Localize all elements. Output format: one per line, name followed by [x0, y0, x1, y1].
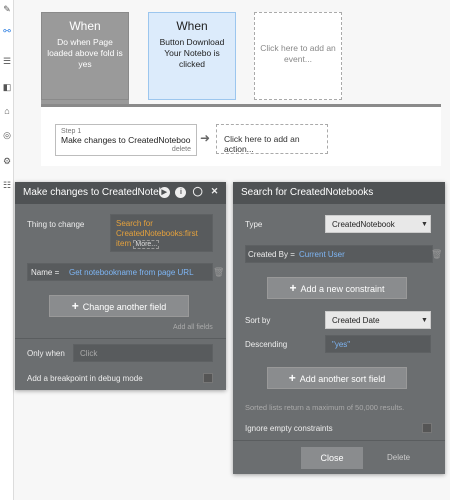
constraint-label: Created By =: [248, 250, 295, 259]
type-select[interactable]: CreatedNotebook: [325, 215, 431, 233]
name-field-label: Name =: [31, 268, 60, 277]
breakpoint-checkbox[interactable]: [203, 373, 213, 383]
chevron-down-icon: ▼: [421, 221, 428, 228]
ignore-empty-checkbox[interactable]: [422, 423, 432, 433]
descending-label: Descending: [245, 340, 288, 349]
pencil-icon[interactable]: ✎: [2, 4, 12, 14]
search-panel: Search for CreatedNotebooks Type Created…: [233, 182, 445, 474]
panel-header: Make changes to CreatedNotebo ▶ i ◯ ✕: [15, 182, 226, 204]
trash-icon[interactable]: 🗑: [213, 267, 224, 278]
make-changes-panel: Make changes to CreatedNotebo ▶ i ◯ ✕ Th…: [15, 182, 226, 390]
chevron-down-icon: ▼: [421, 317, 428, 324]
delete-button[interactable]: Delete: [387, 453, 410, 462]
workflow-icon[interactable]: ⚯: [2, 26, 12, 36]
arrow-right-icon: ➜: [200, 131, 211, 145]
add-event-label: Click here to add an event...: [260, 43, 336, 64]
add-action-button[interactable]: Click here to add an action...: [216, 124, 328, 154]
event-description: Button Download Your Notebo is clicked: [159, 37, 225, 69]
event-description: Do when Page loaded above fold is yes: [47, 37, 123, 69]
add-constraint-label: Add a new constraint: [300, 284, 385, 294]
panel-title: Search for CreatedNotebooks: [241, 187, 374, 198]
thing-to-change-field[interactable]: Search for CreatedNotebooks:first item M…: [110, 214, 213, 252]
only-when-label: Only when: [27, 349, 65, 358]
plus-icon: +: [289, 281, 297, 295]
step-1-action[interactable]: Step 1 Make changes to CreatedNotebook..…: [55, 124, 197, 156]
add-event-button[interactable]: Click here to add an event...: [254, 12, 342, 100]
sort-by-value: Created Date: [332, 316, 380, 325]
step-label: Step 1: [61, 128, 82, 135]
thing-to-change-label: Thing to change: [27, 220, 85, 229]
type-label: Type: [245, 220, 263, 229]
event-title: When: [69, 19, 101, 33]
plugins-icon[interactable]: ⌂: [2, 106, 12, 116]
play-icon[interactable]: ▶: [158, 187, 170, 198]
event-card-button-clicked[interactable]: When Button Download Your Notebo is clic…: [148, 12, 236, 100]
add-sort-field-label: Add another sort field: [299, 374, 386, 384]
name-field-value: Get notebookname from page URL: [69, 268, 194, 277]
ignore-empty-label: Ignore empty constraints: [245, 424, 333, 433]
info-icon[interactable]: i: [175, 187, 187, 198]
data-icon[interactable]: ☰: [2, 56, 12, 66]
sort-limit-note: Sorted lists return a maximum of 50,000 …: [245, 403, 405, 412]
only-when-field[interactable]: Click: [73, 344, 213, 362]
only-when-placeholder: Click: [80, 349, 98, 358]
add-all-fields-link[interactable]: Add all fields: [173, 324, 213, 331]
event-card-page-loaded[interactable]: When Do when Page loaded above fold is y…: [41, 12, 129, 100]
left-toolbar: ✎ ⚯ ☰ ◧ ⌂ ◎ ⚙ ☷: [0, 0, 14, 500]
add-constraint-button[interactable]: + Add a new constraint: [267, 277, 407, 299]
descending-field[interactable]: "yes": [325, 335, 431, 353]
panel-footer: Close Delete: [233, 440, 445, 474]
step-delete-link[interactable]: delete: [172, 146, 191, 153]
styles-icon[interactable]: ◧: [2, 82, 12, 92]
logs-icon[interactable]: ⚙: [2, 156, 12, 166]
settings-icon[interactable]: ◎: [2, 130, 12, 140]
sort-by-label: Sort by: [245, 316, 271, 325]
type-value: CreatedNotebook: [332, 220, 395, 229]
change-another-field-button[interactable]: + Change another field: [49, 295, 189, 317]
step-text: Make changes to CreatedNotebook...: [61, 135, 191, 145]
event-title: When: [176, 19, 208, 33]
more-link[interactable]: More...: [133, 240, 160, 249]
panel-title: Make changes to CreatedNotebo: [23, 187, 170, 198]
trash-icon[interactable]: 🗑: [431, 249, 442, 260]
close-icon[interactable]: ✕: [209, 186, 220, 197]
descending-value: "yes": [332, 340, 351, 349]
change-another-field-label: Change another field: [82, 302, 167, 312]
close-button[interactable]: Close: [301, 447, 363, 469]
help-icon[interactable]: ☷: [2, 180, 12, 190]
panel-header: Search for CreatedNotebooks: [233, 182, 445, 204]
plus-icon: +: [71, 299, 79, 313]
breakpoint-label: Add a breakpoint in debug mode: [27, 374, 143, 383]
constraint-value: Current User: [299, 250, 345, 259]
sort-by-select[interactable]: Created Date: [325, 311, 431, 329]
comment-icon[interactable]: ◯: [192, 186, 203, 197]
add-sort-field-button[interactable]: + Add another sort field: [267, 367, 407, 389]
plus-icon: +: [288, 371, 296, 385]
divider: [15, 338, 226, 339]
